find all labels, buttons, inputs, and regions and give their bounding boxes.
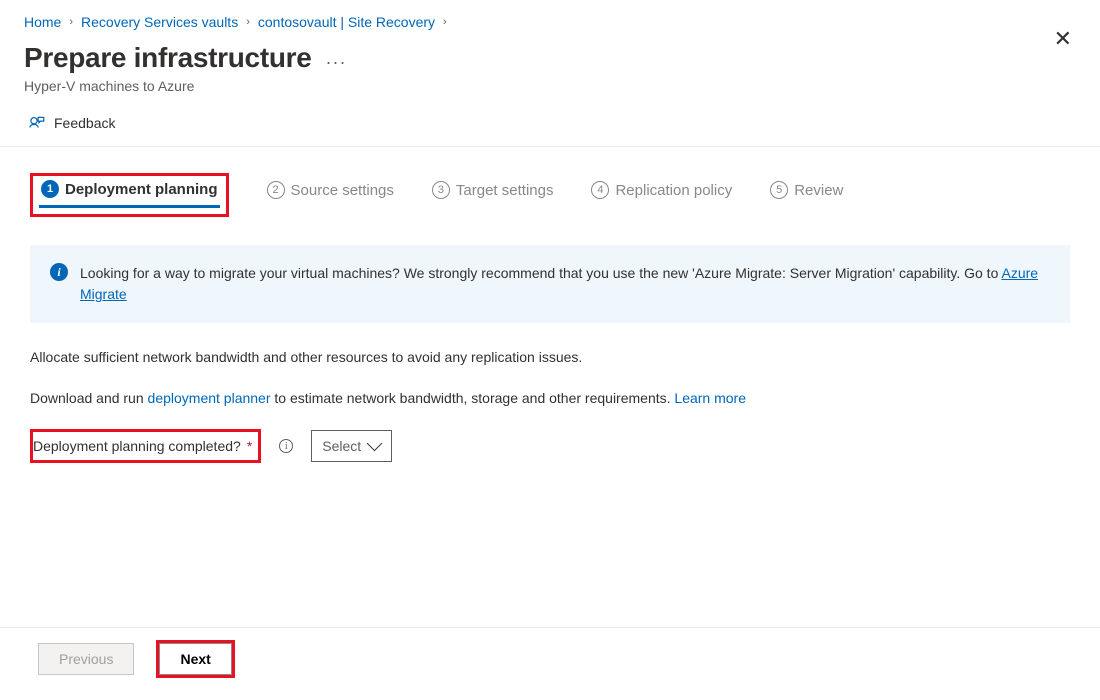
info-callout: i Looking for a way to migrate your virt…: [30, 245, 1070, 323]
step-number-icon: 5: [770, 181, 788, 199]
step-number-icon: 3: [432, 181, 450, 199]
tab-label: Review: [794, 182, 843, 199]
info-tooltip-icon[interactable]: i: [279, 439, 293, 453]
callout-text: Looking for a way to migrate your virtua…: [80, 263, 1050, 305]
help-text-2: Download and run deployment planner to e…: [24, 388, 1076, 409]
close-button[interactable]: ✕: [1054, 28, 1072, 50]
breadcrumb: Home › Recovery Services vaults › contos…: [24, 0, 1076, 42]
previous-button[interactable]: Previous: [38, 643, 134, 675]
title-row: Prepare infrastructure ···: [24, 42, 1076, 74]
form-row-deployment-planning: Deployment planning completed? * i Selec…: [24, 429, 1076, 463]
tab-label: Target settings: [456, 182, 554, 199]
command-bar: Feedback: [24, 94, 1076, 146]
breadcrumb-vaults[interactable]: Recovery Services vaults: [81, 14, 238, 30]
close-icon: ✕: [1054, 26, 1072, 51]
select-wrap: Select: [311, 430, 392, 462]
divider: [0, 627, 1100, 628]
tab-review[interactable]: 5 Review: [770, 181, 843, 209]
page-root: Home › Recovery Services vaults › contos…: [0, 0, 1100, 700]
wizard-steps: 1 Deployment planning 2 Source settings …: [24, 147, 1076, 227]
callout-text-body: Looking for a way to migrate your virtua…: [80, 265, 1001, 281]
help-text-2-mid: to estimate network bandwidth, storage a…: [271, 390, 675, 406]
help-text-1: Allocate sufficient network bandwidth an…: [24, 347, 1076, 368]
tab-label: Deployment planning: [65, 181, 218, 198]
breadcrumb-home[interactable]: Home: [24, 14, 61, 30]
chevron-right-icon: ›: [246, 16, 250, 28]
feedback-button[interactable]: Feedback: [54, 115, 115, 131]
step-number-icon: 2: [267, 181, 285, 199]
next-button[interactable]: Next: [159, 643, 231, 675]
help-text-2-pre: Download and run: [30, 390, 148, 406]
tab-label: Replication policy: [615, 182, 732, 199]
tab-source-settings[interactable]: 2 Source settings: [267, 181, 394, 209]
annotation-highlight: 1 Deployment planning: [30, 173, 229, 217]
annotation-highlight: Next: [156, 640, 234, 678]
tab-target-settings[interactable]: 3 Target settings: [432, 181, 554, 209]
feedback-icon: [28, 114, 46, 132]
chevron-right-icon: ›: [443, 16, 447, 28]
tab-replication-policy[interactable]: 4 Replication policy: [591, 181, 732, 209]
page-subtitle: Hyper-V machines to Azure: [24, 78, 1076, 94]
learn-more-link[interactable]: Learn more: [674, 390, 746, 406]
wizard-footer: Previous Next: [24, 640, 235, 678]
page-title: Prepare infrastructure: [24, 42, 312, 74]
more-actions-icon[interactable]: ···: [326, 44, 347, 73]
chevron-right-icon: ›: [69, 16, 73, 28]
tab-label: Source settings: [291, 182, 394, 199]
info-icon: i: [50, 263, 68, 281]
tab-deployment-planning[interactable]: 1 Deployment planning: [41, 180, 218, 208]
deployment-planning-select[interactable]: Select: [311, 430, 392, 462]
annotation-highlight: Deployment planning completed? *: [30, 429, 261, 463]
step-number-icon: 1: [41, 180, 59, 198]
required-marker: *: [247, 438, 252, 454]
deployment-planner-link[interactable]: deployment planner: [148, 390, 271, 406]
step-number-icon: 4: [591, 181, 609, 199]
field-label: Deployment planning completed?: [33, 438, 241, 454]
breadcrumb-vault-detail[interactable]: contosovault | Site Recovery: [258, 14, 435, 30]
